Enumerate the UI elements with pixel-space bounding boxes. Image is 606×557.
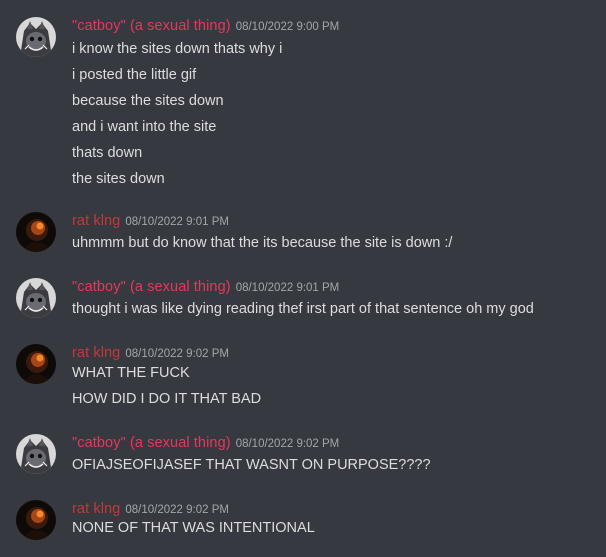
message-text: i know the sites down thats why i <box>72 41 283 57</box>
message-text: uhmmm but do know that the its because t… <box>72 235 453 251</box>
catboy-avatar[interactable] <box>16 278 56 318</box>
message-text: i posted the little gif <box>72 67 197 83</box>
message-text: thought i was like dying reading thef ir… <box>72 301 534 317</box>
rat-avatar[interactable] <box>16 212 56 252</box>
message-header: rat klng 08/10/2022 9:01 PM <box>72 210 229 232</box>
message-text: thats down <box>72 145 143 161</box>
rat-avatar[interactable] <box>16 344 56 384</box>
username[interactable]: "catboy" (a sexual thing) <box>72 279 231 295</box>
username[interactable]: rat klng <box>72 345 120 361</box>
username[interactable]: "catboy" (a sexual thing) <box>72 435 231 451</box>
catboy-avatar[interactable] <box>16 17 56 57</box>
timestamp: 08/10/2022 9:00 PM <box>235 21 340 33</box>
chat-message-list: "catboy" (a sexual thing) 08/10/2022 9:00… <box>0 0 606 557</box>
message-group: rat klng 08/10/2022 9:02 PM NONE OF THAT … <box>0 498 606 546</box>
timestamp: 08/10/2022 9:01 PM <box>125 216 229 228</box>
message-group: "catboy" (a sexual thing) 08/10/2022 9:01… <box>0 276 606 324</box>
message-header: "catboy" (a sexual thing) 08/10/2022 9:01… <box>72 276 339 298</box>
message-group: "catboy" (a sexual thing) 08/10/2022 9:00… <box>0 15 606 187</box>
message-group: rat klng 08/10/2022 9:01 PM uhmmm but do … <box>0 210 606 258</box>
username[interactable]: "catboy" (a sexual thing) <box>72 18 231 34</box>
timestamp: 08/10/2022 9:02 PM <box>125 348 229 360</box>
timestamp: 08/10/2022 9:01 PM <box>235 282 340 294</box>
rat-avatar[interactable] <box>16 500 56 540</box>
message-text: the sites down <box>72 171 165 187</box>
message-header: "catboy" (a sexual thing) 08/10/2022 9:00… <box>72 15 339 37</box>
username[interactable]: rat klng <box>72 213 120 229</box>
message-group: rat klng 08/10/2022 9:02 PM WHAT THE FUCK… <box>0 342 606 412</box>
catboy-avatar[interactable] <box>16 434 56 474</box>
message-text: and i want into the site <box>72 119 217 135</box>
message-text: WHAT THE FUCK <box>72 365 190 381</box>
message-text: NONE OF THAT WAS INTENTIONAL <box>72 520 315 536</box>
message-header: "catboy" (a sexual thing) 08/10/2022 9:02… <box>72 432 339 454</box>
timestamp: 08/10/2022 9:02 PM <box>235 438 340 450</box>
message-text: HOW DID I DO IT THAT BAD <box>72 391 262 407</box>
message-text: because the sites down <box>72 93 224 109</box>
message-group: "catboy" (a sexual thing) 08/10/2022 9:02… <box>0 432 606 480</box>
message-text: OFIAJSEOFIJASEF THAT WASNT ON PURPOSE???… <box>72 457 431 473</box>
